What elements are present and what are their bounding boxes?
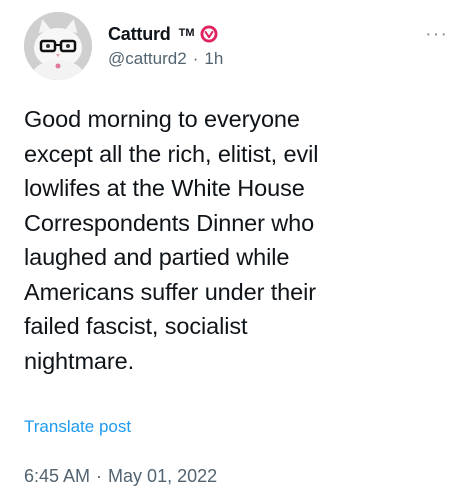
separator-dot: · <box>192 49 199 68</box>
post-date: May 01, 2022 <box>108 466 218 486</box>
handle-row: @catturd2 · 1h <box>108 49 223 69</box>
verified-badge-icon <box>200 25 218 43</box>
post-time: 6:45 AM <box>24 466 91 486</box>
post-card: Catturd TM @catturd2 · 1h ··· Good morni… <box>0 0 464 500</box>
cat-avatar-icon <box>24 12 92 80</box>
post-text: Good morning to everyone except all the … <box>24 106 319 374</box>
post-age[interactable]: 1h <box>204 49 223 69</box>
more-options-icon[interactable]: ··· <box>425 24 448 44</box>
timestamp-separator: · <box>96 466 103 486</box>
author-name-row: Catturd TM <box>108 22 218 46</box>
avatar[interactable] <box>24 12 92 80</box>
display-name[interactable]: Catturd <box>108 24 171 45</box>
trademark-label: TM <box>178 27 195 39</box>
post-timestamp[interactable]: 6:45 AM · May 01, 2022 <box>24 466 217 487</box>
translate-post-link[interactable]: Translate post <box>24 417 131 437</box>
user-handle[interactable]: @catturd2 <box>108 49 187 69</box>
